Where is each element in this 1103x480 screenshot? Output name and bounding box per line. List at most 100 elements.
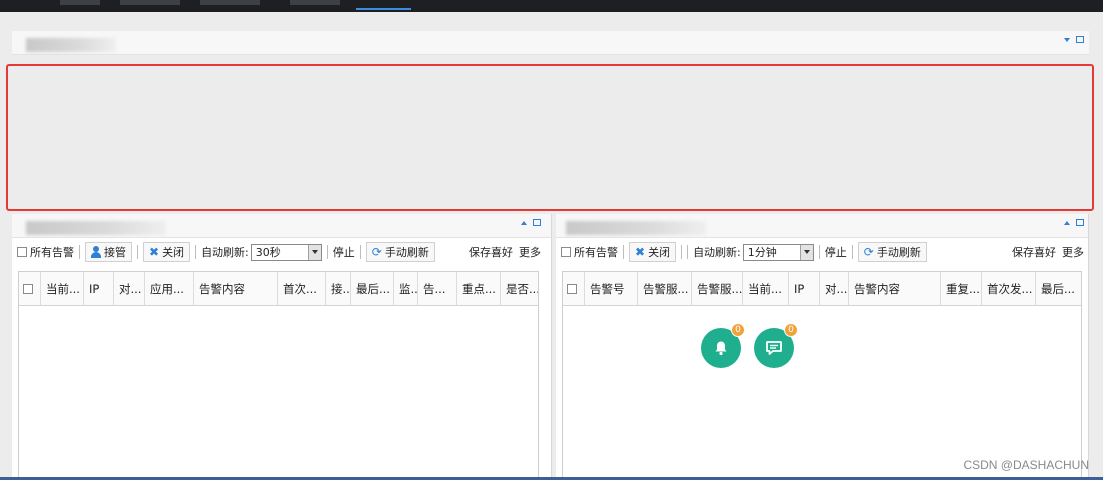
checkbox-icon[interactable] xyxy=(567,283,577,294)
save-preference-link[interactable]: 保存喜好 xyxy=(469,244,513,260)
collapse-icon[interactable] xyxy=(1064,37,1070,42)
column-header[interactable]: IP xyxy=(84,272,114,305)
checkbox-icon[interactable] xyxy=(23,283,33,294)
toolbar-separator xyxy=(818,245,820,259)
nav-tab-blurred[interactable] xyxy=(60,0,100,5)
toolbar-separator xyxy=(687,245,689,259)
grid-header: 当前... IP 对... 应用... 告警内容 首次... 接... 最后..… xyxy=(19,272,538,306)
right-pane-header xyxy=(556,214,1088,238)
chevron-down-icon[interactable] xyxy=(307,244,321,260)
bell-icon xyxy=(715,341,727,356)
top-nav-bar xyxy=(0,0,1103,12)
auto-refresh-label: 自动刷新: xyxy=(201,246,249,259)
column-header[interactable]: 告警内容 xyxy=(849,272,941,305)
close-button[interactable]: ✖ 关闭 xyxy=(629,242,677,262)
column-header[interactable]: 应用... xyxy=(145,272,194,305)
right-pane-title-blurred xyxy=(566,221,706,235)
chevron-down-icon[interactable] xyxy=(799,244,813,260)
column-header[interactable]: IP xyxy=(789,272,820,305)
column-header[interactable]: 重点... xyxy=(457,272,501,305)
nav-tab-blurred[interactable] xyxy=(290,0,340,5)
manual-refresh-button[interactable]: ⟳ 手动刷新 xyxy=(857,242,927,262)
takeover-label: 接管 xyxy=(104,246,126,259)
toolbar-separator xyxy=(195,245,197,259)
left-alert-pane: 所有告警 接管 ✖ 关闭 自动刷新: 30秒 停止 ⟳ 手动刷新 保存喜好 更多 xyxy=(12,214,552,480)
all-alerts-label: 所有告警 xyxy=(574,246,618,259)
right-toolbar: 所有告警 ✖ 关闭 自动刷新: 1分钟 停止 ⟳ 手动刷新 保存喜好 更多 xyxy=(556,239,1088,265)
toolbar-right-group: 保存喜好 更多 xyxy=(1012,244,1088,260)
close-icon: ✖ xyxy=(149,245,160,259)
nav-tab-blurred[interactable] xyxy=(120,0,180,5)
column-header[interactable]: 重复... xyxy=(941,272,982,305)
user-icon xyxy=(91,246,101,258)
maximize-icon[interactable] xyxy=(1076,219,1084,226)
highlighted-content-area xyxy=(6,64,1094,211)
manual-refresh-label: 手动刷新 xyxy=(876,246,921,259)
all-alerts-checkbox[interactable]: 所有告警 xyxy=(17,244,74,260)
right-alert-grid: 告警号 告警服... 告警服... 当前... IP 对... 告警内容 重复.… xyxy=(562,271,1082,480)
stop-button[interactable]: 停止 xyxy=(825,244,847,260)
close-label: 关闭 xyxy=(162,246,185,259)
left-pane-title-blurred xyxy=(26,221,166,235)
top-panel-window-controls xyxy=(1064,36,1084,43)
more-link[interactable]: 更多 xyxy=(519,244,541,260)
close-icon: ✖ xyxy=(635,245,646,259)
auto-refresh-select[interactable]: 30秒 xyxy=(250,243,322,261)
column-header[interactable]: 监... xyxy=(394,272,418,305)
maximize-icon[interactable] xyxy=(1076,36,1084,43)
messages-badge: 0 xyxy=(784,323,798,337)
column-header[interactable]: 告警服... xyxy=(692,272,743,305)
messages-fab[interactable]: 0 xyxy=(754,323,798,368)
manual-refresh-button[interactable]: ⟳ 手动刷新 xyxy=(365,242,435,262)
column-header[interactable]: 告... xyxy=(418,272,457,305)
column-header[interactable]: 当前... xyxy=(743,272,789,305)
toolbar-separator xyxy=(326,245,328,259)
grid-header: 告警号 告警服... 告警服... 当前... IP 对... 告警内容 重复.… xyxy=(563,272,1081,306)
refresh-icon: ⟳ xyxy=(371,245,382,259)
column-header[interactable]: 接... xyxy=(326,272,351,305)
column-header[interactable]: 首次... xyxy=(278,272,326,305)
watermark: CSDN @DASHACHUN xyxy=(963,458,1089,472)
close-button[interactable]: ✖ 关闭 xyxy=(143,242,191,262)
column-header[interactable]: 对... xyxy=(114,272,145,305)
top-panel-header xyxy=(12,31,1089,55)
select-all-column[interactable] xyxy=(19,272,41,305)
right-alert-pane: 所有告警 ✖ 关闭 自动刷新: 1分钟 停止 ⟳ 手动刷新 保存喜好 更多 告警… xyxy=(556,214,1089,480)
save-preference-link[interactable]: 保存喜好 xyxy=(1012,244,1056,260)
close-label: 关闭 xyxy=(648,246,671,259)
column-header[interactable]: 是否... xyxy=(501,272,538,305)
left-pane-header xyxy=(12,214,551,238)
column-header[interactable]: 最后... xyxy=(1036,272,1081,305)
checkbox-icon[interactable] xyxy=(561,247,571,257)
select-all-column[interactable] xyxy=(563,272,585,305)
column-header[interactable]: 告警内容 xyxy=(194,272,278,305)
checkbox-icon[interactable] xyxy=(17,247,27,257)
manual-refresh-label: 手动刷新 xyxy=(384,246,429,259)
collapse-icon[interactable] xyxy=(1064,220,1070,225)
auto-refresh-value: 1分钟 xyxy=(747,246,777,259)
column-header[interactable]: 告警号 xyxy=(585,272,638,305)
top-panel-title-blurred xyxy=(26,38,116,52)
more-link[interactable]: 更多 xyxy=(1062,244,1084,260)
collapse-icon[interactable] xyxy=(521,220,527,225)
nav-tab-blurred[interactable] xyxy=(200,0,260,5)
column-header[interactable]: 告警服... xyxy=(638,272,692,305)
toolbar-separator xyxy=(681,245,683,259)
toolbar-separator xyxy=(851,245,853,259)
toolbar-separator xyxy=(623,245,624,259)
stop-button[interactable]: 停止 xyxy=(333,244,355,260)
auto-refresh-value: 30秒 xyxy=(255,246,281,259)
column-header[interactable]: 最后... xyxy=(351,272,394,305)
all-alerts-label: 所有告警 xyxy=(30,246,74,259)
takeover-button[interactable]: 接管 xyxy=(85,242,132,262)
column-header[interactable]: 首次发... xyxy=(982,272,1036,305)
auto-refresh-select[interactable]: 1分钟 xyxy=(742,243,814,261)
alerts-fab[interactable]: 0 xyxy=(701,323,745,368)
toolbar-right-group: 保存喜好 更多 xyxy=(469,244,551,260)
maximize-icon[interactable] xyxy=(533,219,541,226)
column-header[interactable]: 对... xyxy=(820,272,849,305)
column-header[interactable]: 当前... xyxy=(41,272,84,305)
all-alerts-checkbox[interactable]: 所有告警 xyxy=(561,244,618,260)
left-pane-window-controls xyxy=(521,219,541,226)
left-toolbar: 所有告警 接管 ✖ 关闭 自动刷新: 30秒 停止 ⟳ 手动刷新 保存喜好 更多 xyxy=(12,239,551,265)
